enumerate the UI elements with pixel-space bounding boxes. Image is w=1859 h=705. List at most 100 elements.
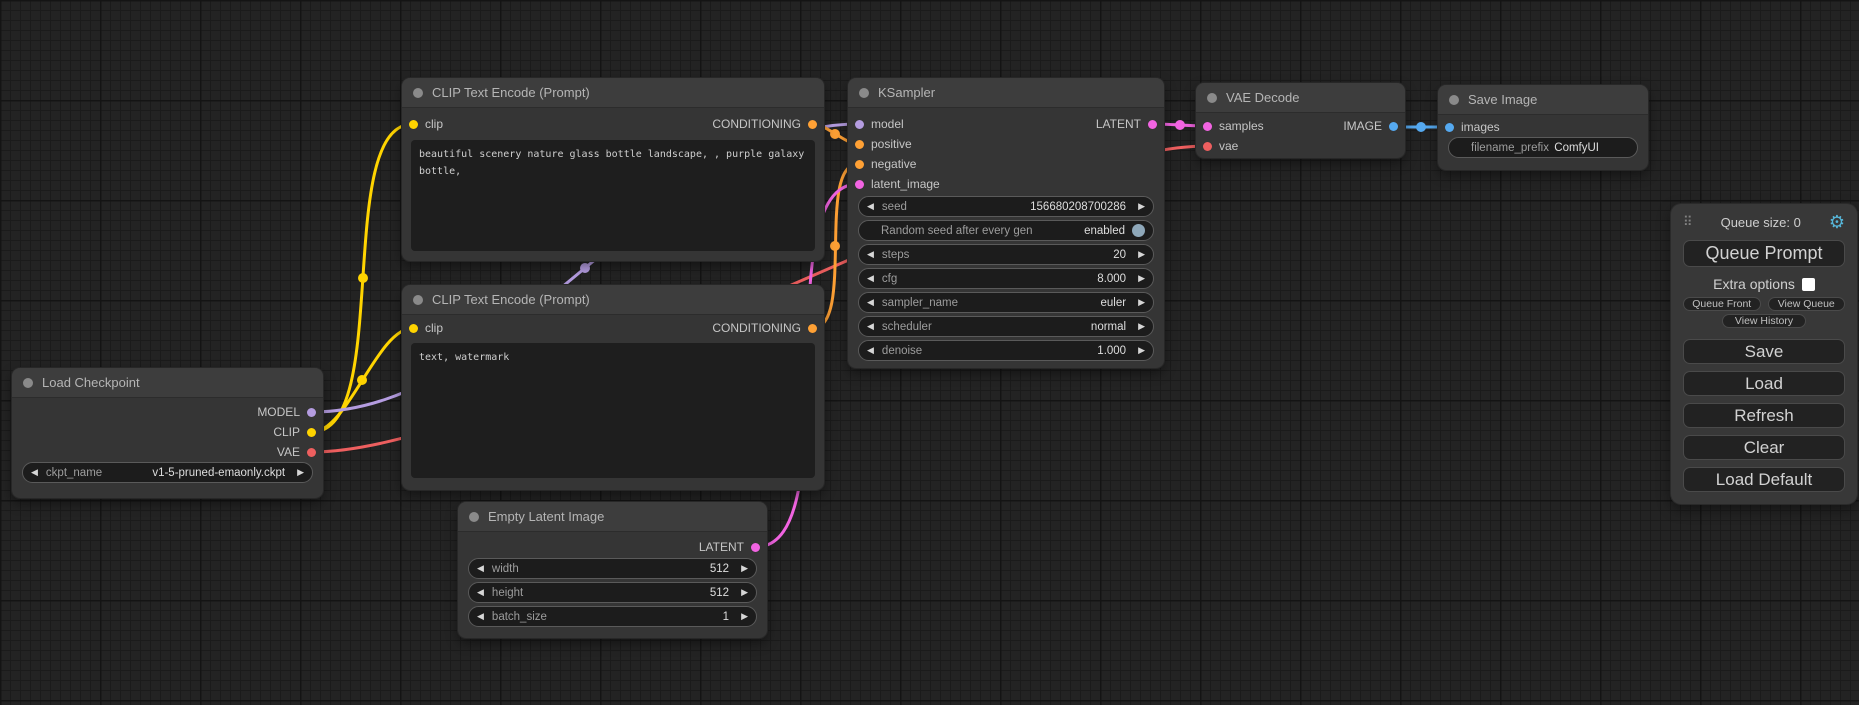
- increment-arrow-icon[interactable]: ▶: [1138, 346, 1145, 355]
- node-ksampler[interactable]: KSampler model positive negative latent_…: [848, 78, 1164, 368]
- widget-value: enabled: [1084, 225, 1125, 237]
- port-clip-input[interactable]: [409, 324, 418, 333]
- node-header[interactable]: VAE Decode: [1196, 83, 1405, 113]
- widget-label: seed: [882, 201, 907, 213]
- queue-panel: ⠿ Queue size: 0 ⚙ Queue Prompt Extra opt…: [1671, 204, 1857, 504]
- node-header[interactable]: KSampler: [848, 78, 1164, 108]
- drag-handle-icon[interactable]: ⠿: [1683, 214, 1693, 230]
- collapse-dot-icon[interactable]: [1449, 95, 1459, 105]
- port-samples-input[interactable]: [1203, 122, 1212, 131]
- port-vae-input[interactable]: [1203, 142, 1212, 151]
- decrement-arrow-icon[interactable]: ◀: [867, 274, 874, 283]
- collapse-dot-icon[interactable]: [413, 295, 423, 305]
- decrement-arrow-icon[interactable]: ◀: [867, 202, 874, 211]
- widget-sampler-name[interactable]: ◀ sampler_name euler ▶: [858, 292, 1154, 313]
- widget-filename-prefix[interactable]: filename_prefix ComfyUI: [1448, 137, 1638, 158]
- node-load-checkpoint[interactable]: Load Checkpoint MODEL CLIP VAE ◀ ckpt_na…: [12, 368, 323, 498]
- port-conditioning-output[interactable]: [808, 120, 817, 129]
- increment-arrow-icon[interactable]: ▶: [1138, 250, 1145, 259]
- port-model-input[interactable]: [855, 120, 864, 129]
- view-queue-button[interactable]: View Queue: [1768, 297, 1846, 311]
- decrement-arrow-icon[interactable]: ◀: [477, 588, 484, 597]
- widget-value: 1.000: [1097, 345, 1126, 357]
- collapse-dot-icon[interactable]: [1207, 93, 1217, 103]
- widget-batch-size[interactable]: ◀ batch_size 1 ▶: [468, 606, 757, 627]
- node-clip-text-encode-negative[interactable]: CLIP Text Encode (Prompt) clip CONDITION…: [402, 285, 824, 490]
- toggle-dot-icon[interactable]: [1132, 224, 1145, 237]
- widget-label: ckpt_name: [46, 467, 102, 479]
- node-header[interactable]: CLIP Text Encode (Prompt): [402, 78, 824, 108]
- prompt-textarea[interactable]: beautiful scenery nature glass bottle la…: [411, 140, 815, 251]
- widget-height[interactable]: ◀ height 512 ▶: [468, 582, 757, 603]
- load-button[interactable]: Load: [1683, 371, 1845, 396]
- increment-arrow-icon[interactable]: ▶: [741, 564, 748, 573]
- port-image-output[interactable]: [1389, 122, 1398, 131]
- widget-seed[interactable]: ◀ seed 156680208700286 ▶: [858, 196, 1154, 217]
- decrement-arrow-icon[interactable]: ◀: [477, 612, 484, 621]
- extra-options-checkbox[interactable]: [1802, 278, 1815, 291]
- graph-canvas[interactable]: Load Checkpoint MODEL CLIP VAE ◀ ckpt_na…: [0, 0, 1859, 705]
- port-model-output[interactable]: [307, 408, 316, 417]
- load-default-button[interactable]: Load Default: [1683, 467, 1845, 492]
- widget-value: normal: [1091, 321, 1126, 333]
- link-midpoint-dot: [580, 263, 590, 273]
- node-clip-text-encode-positive[interactable]: CLIP Text Encode (Prompt) clip CONDITION…: [402, 78, 824, 261]
- increment-arrow-icon[interactable]: ▶: [741, 612, 748, 621]
- input-model: model: [855, 114, 904, 134]
- widget-ckpt-name[interactable]: ◀ ckpt_name v1-5-pruned-emaonly.ckpt ▶: [22, 462, 313, 483]
- increment-arrow-icon[interactable]: ▶: [297, 468, 304, 477]
- decrement-arrow-icon[interactable]: ◀: [867, 250, 874, 259]
- node-header[interactable]: CLIP Text Encode (Prompt): [402, 285, 824, 315]
- refresh-button[interactable]: Refresh: [1683, 403, 1845, 428]
- port-latent-input[interactable]: [855, 180, 864, 189]
- queue-front-button[interactable]: Queue Front: [1683, 297, 1761, 311]
- node-header[interactable]: Load Checkpoint: [12, 368, 323, 398]
- collapse-dot-icon[interactable]: [23, 378, 33, 388]
- settings-gear-icon[interactable]: ⚙: [1829, 213, 1845, 231]
- widget-width[interactable]: ◀ width 512 ▶: [468, 558, 757, 579]
- widget-value: v1-5-pruned-emaonly.ckpt: [152, 467, 285, 479]
- node-header[interactable]: Save Image: [1438, 85, 1648, 115]
- widget-denoise[interactable]: ◀ denoise 1.000 ▶: [858, 340, 1154, 361]
- widget-value: 1: [723, 611, 729, 623]
- node-header[interactable]: Empty Latent Image: [458, 502, 767, 532]
- increment-arrow-icon[interactable]: ▶: [741, 588, 748, 597]
- decrement-arrow-icon[interactable]: ◀: [867, 346, 874, 355]
- collapse-dot-icon[interactable]: [859, 88, 869, 98]
- view-history-button[interactable]: View History: [1722, 314, 1806, 328]
- widget-random-seed-toggle[interactable]: Random seed after every gen enabled: [858, 220, 1154, 241]
- decrement-arrow-icon[interactable]: ◀: [477, 564, 484, 573]
- widget-label: scheduler: [882, 321, 932, 333]
- increment-arrow-icon[interactable]: ▶: [1138, 298, 1145, 307]
- decrement-arrow-icon[interactable]: ◀: [867, 322, 874, 331]
- node-vae-decode[interactable]: VAE Decode samples vae IMAGE: [1196, 83, 1405, 158]
- port-positive-input[interactable]: [855, 140, 864, 149]
- save-button[interactable]: Save: [1683, 339, 1845, 364]
- port-images-input[interactable]: [1445, 123, 1454, 132]
- port-latent-output[interactable]: [751, 543, 760, 552]
- port-conditioning-output[interactable]: [808, 324, 817, 333]
- port-latent-output[interactable]: [1148, 120, 1157, 129]
- widget-value: 8.000: [1097, 273, 1126, 285]
- decrement-arrow-icon[interactable]: ◀: [867, 298, 874, 307]
- prompt-textarea[interactable]: text, watermark: [411, 343, 815, 478]
- increment-arrow-icon[interactable]: ▶: [1138, 274, 1145, 283]
- port-clip-output[interactable]: [307, 428, 316, 437]
- increment-arrow-icon[interactable]: ▶: [1138, 202, 1145, 211]
- input-samples: samples: [1203, 116, 1264, 136]
- node-empty-latent-image[interactable]: Empty Latent Image LATENT ◀ width 512 ▶ …: [458, 502, 767, 638]
- widget-steps[interactable]: ◀ steps 20 ▶: [858, 244, 1154, 265]
- decrement-arrow-icon[interactable]: ◀: [31, 468, 38, 477]
- collapse-dot-icon[interactable]: [469, 512, 479, 522]
- port-negative-input[interactable]: [855, 160, 864, 169]
- node-save-image[interactable]: Save Image images filename_prefix ComfyU…: [1438, 85, 1648, 170]
- increment-arrow-icon[interactable]: ▶: [1138, 322, 1145, 331]
- widget-label: denoise: [882, 345, 922, 357]
- widget-scheduler[interactable]: ◀ scheduler normal ▶: [858, 316, 1154, 337]
- port-clip-input[interactable]: [409, 120, 418, 129]
- collapse-dot-icon[interactable]: [413, 88, 423, 98]
- clear-button[interactable]: Clear: [1683, 435, 1845, 460]
- widget-cfg[interactable]: ◀ cfg 8.000 ▶: [858, 268, 1154, 289]
- queue-prompt-button[interactable]: Queue Prompt: [1683, 240, 1845, 267]
- port-vae-output[interactable]: [307, 448, 316, 457]
